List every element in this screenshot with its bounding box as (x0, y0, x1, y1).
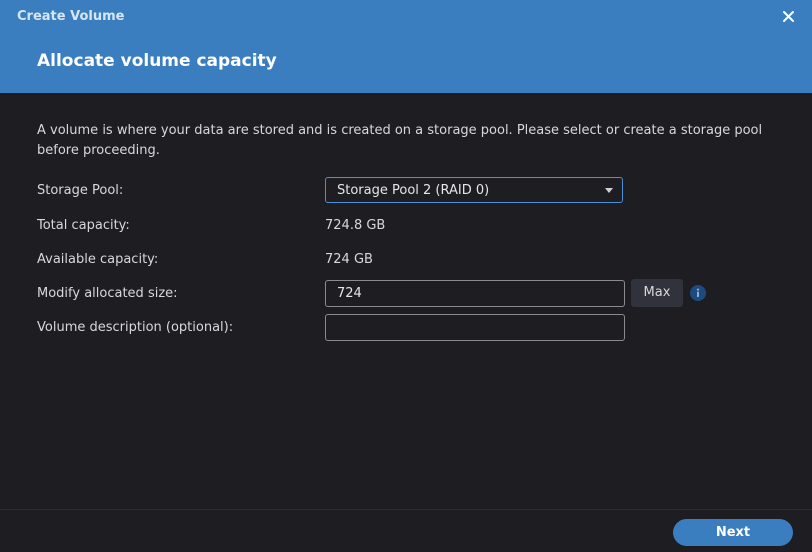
dialog-header: Create Volume Allocate volume capacity (0, 0, 812, 93)
next-button[interactable]: Next (673, 519, 793, 546)
close-button[interactable] (778, 6, 800, 28)
chevron-down-icon (605, 188, 613, 193)
info-icon[interactable] (690, 285, 706, 301)
volume-description-input[interactable] (325, 314, 625, 341)
close-icon (783, 11, 794, 22)
total-capacity-label: Total capacity: (37, 218, 130, 233)
storage-pool-label: Storage Pool: (37, 183, 124, 198)
available-capacity-label: Available capacity: (37, 252, 159, 267)
allocated-size-input[interactable] (325, 280, 625, 307)
step-title: Allocate volume capacity (37, 51, 277, 71)
create-volume-dialog: Create Volume Allocate volume capacity A… (0, 0, 812, 552)
description-text: A volume is where your data are stored a… (37, 123, 763, 158)
storage-pool-value: Storage Pool 2 (RAID 0) (337, 183, 490, 198)
storage-pool-select[interactable]: Storage Pool 2 (RAID 0) (325, 177, 623, 203)
footer-divider (0, 509, 812, 510)
window-title: Create Volume (17, 9, 125, 24)
total-capacity-value: 724.8 GB (325, 218, 386, 233)
volume-description-label: Volume description (optional): (37, 320, 234, 335)
max-button[interactable]: Max (631, 279, 683, 307)
available-capacity-value: 724 GB (325, 252, 373, 267)
allocated-size-label: Modify allocated size: (37, 286, 178, 301)
